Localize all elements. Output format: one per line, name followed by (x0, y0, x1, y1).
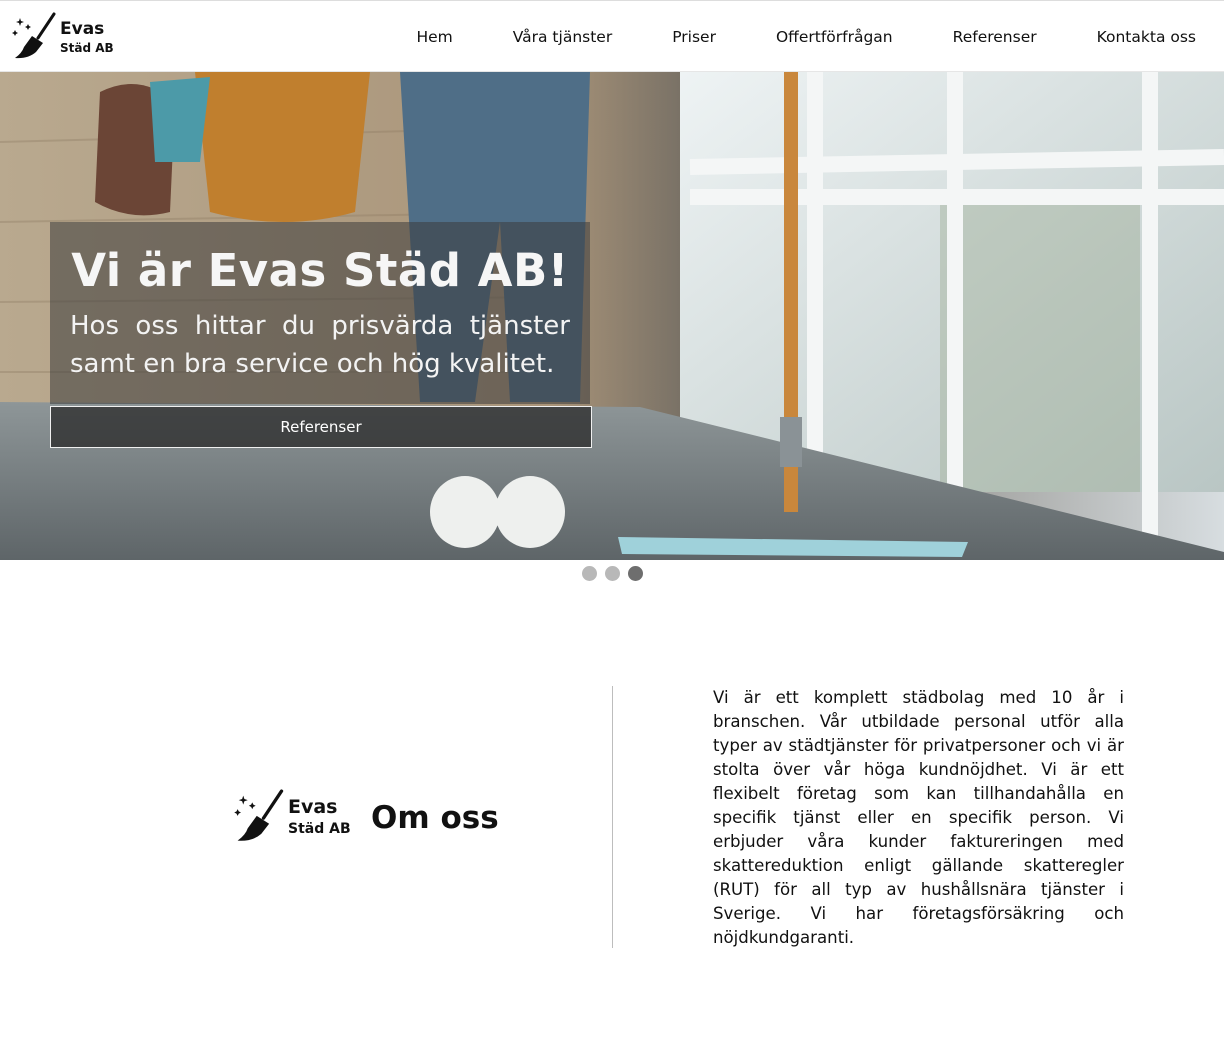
nav-link-priser[interactable]: Priser (672, 27, 716, 47)
nav-link-kontakt[interactable]: Kontakta oss (1097, 27, 1196, 47)
about-text: Vi är ett komplett städbolag med 10 år i… (713, 688, 1124, 947)
carousel-dot-2[interactable] (605, 566, 620, 581)
referenser-button[interactable]: Referenser (50, 406, 592, 448)
logo-subtitle: Städ AB (60, 40, 114, 55)
carousel-dot-1[interactable] (582, 566, 597, 581)
about-logo-name: Evas (288, 796, 338, 818)
about-logo: Evas Städ AB (232, 788, 352, 846)
broom-logo-icon (234, 789, 284, 841)
nav-link-referenser[interactable]: Referenser (953, 27, 1037, 47)
hero-carousel: Vi är Evas Städ AB! Hos oss hittar du pr… (0, 72, 1224, 560)
hero-title: Vi är Evas Städ AB! (71, 244, 569, 297)
nav-link-tjanster[interactable]: Våra tjänster (513, 27, 612, 47)
section-divider (612, 686, 613, 948)
site-logo[interactable]: Evas Städ AB (10, 12, 120, 62)
hero-subtitle: Hos oss hittar du prisvärda tjänster sam… (70, 311, 570, 379)
logo-name: Evas (60, 18, 105, 39)
about-logo-subtitle: Städ AB (288, 821, 351, 837)
carousel-dot-3[interactable] (628, 566, 643, 581)
about-heading: Om oss (371, 800, 499, 836)
nav-link-hem[interactable]: Hem (416, 27, 452, 47)
nav-link-offert[interactable]: Offertförfrågan (776, 27, 893, 47)
broom-logo-icon (12, 12, 56, 59)
site-header: Evas Städ AB Hem Våra tjänster Priser Of… (0, 0, 1224, 72)
main-nav: Hem Våra tjänster Priser Offertförfrågan… (356, 27, 1196, 47)
carousel-indicators (582, 566, 651, 581)
hero-caption-box: Vi är Evas Städ AB! Hos oss hittar du pr… (50, 222, 590, 404)
